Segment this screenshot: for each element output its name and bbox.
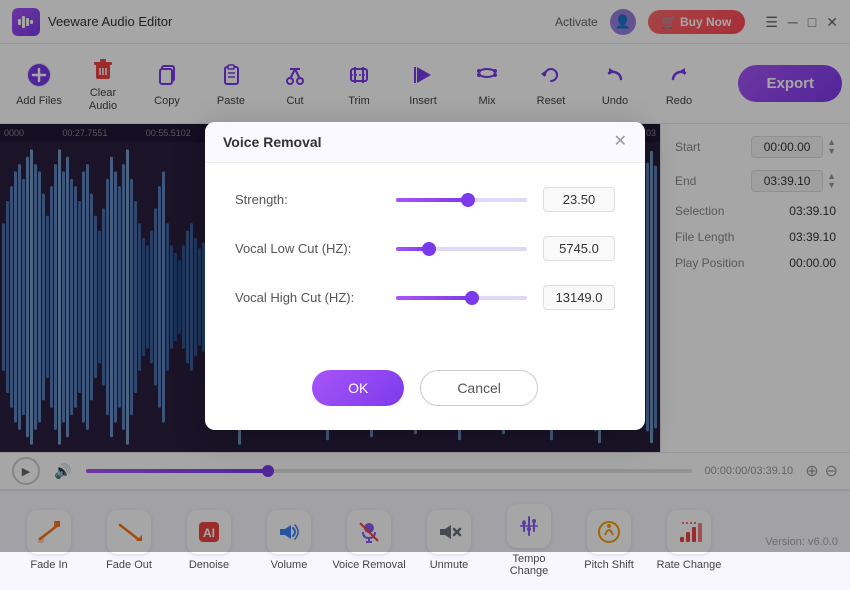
modal-overlay: Voice Removal ✕ Strength: Vocal Low Cut …	[0, 0, 850, 552]
volume-label: Volume	[271, 559, 308, 571]
modal-close-button[interactable]: ✕	[614, 134, 627, 150]
strength-fill	[396, 198, 468, 202]
strength-label: Strength:	[235, 192, 380, 207]
strength-slider[interactable]	[396, 198, 527, 202]
modal-body: Strength: Vocal Low Cut (HZ): Vocal High…	[205, 163, 645, 358]
vocal-low-cut-label: Vocal Low Cut (HZ):	[235, 241, 380, 256]
vocal-low-cut-value[interactable]	[543, 236, 615, 261]
vocal-high-cut-slider[interactable]	[396, 296, 527, 300]
tempo-change-label: Tempo Change	[492, 553, 566, 577]
fade-out-label: Fade Out	[106, 559, 152, 571]
rate-change-label: Rate Change	[657, 559, 722, 571]
voice-removal-modal: Voice Removal ✕ Strength: Vocal Low Cut …	[205, 122, 645, 430]
voice-removal-label: Voice Removal	[332, 559, 405, 571]
vocal-high-cut-value[interactable]	[543, 285, 615, 310]
vocal-low-cut-row: Vocal Low Cut (HZ):	[235, 236, 615, 261]
vocal-high-cut-thumb[interactable]	[465, 291, 479, 305]
modal-header: Voice Removal ✕	[205, 122, 645, 163]
pitch-shift-label: Pitch Shift	[584, 559, 634, 571]
strength-row: Strength:	[235, 187, 615, 212]
unmute-label: Unmute	[430, 559, 469, 571]
fade-in-label: Fade In	[30, 559, 67, 571]
vocal-high-cut-fill	[396, 296, 472, 300]
vocal-low-cut-thumb[interactable]	[422, 242, 436, 256]
vocal-high-cut-label: Vocal High Cut (HZ):	[235, 290, 380, 305]
vocal-high-cut-row: Vocal High Cut (HZ):	[235, 285, 615, 310]
modal-title: Voice Removal	[223, 134, 322, 150]
strength-value[interactable]	[543, 187, 615, 212]
modal-footer: OK Cancel	[205, 358, 645, 430]
vocal-low-cut-slider[interactable]	[396, 247, 527, 251]
modal-cancel-button[interactable]: Cancel	[420, 370, 538, 406]
denoise-label: Denoise	[189, 559, 229, 571]
strength-thumb[interactable]	[461, 193, 475, 207]
modal-ok-button[interactable]: OK	[312, 370, 404, 406]
